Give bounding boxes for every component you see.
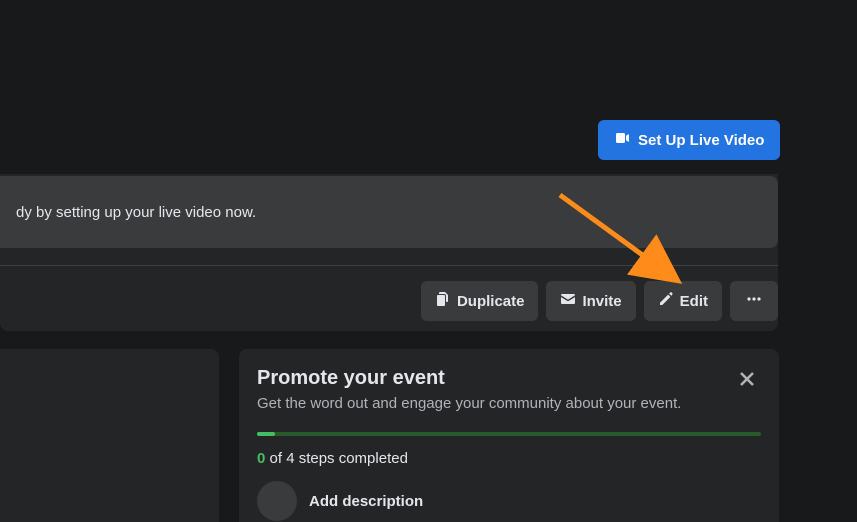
duplicate-label: Duplicate [457,293,525,310]
promote-event-panel: Promote your event Get the word out and … [239,349,779,522]
close-icon [737,369,757,394]
left-side-panel [0,349,219,522]
set-up-live-video-label: Set Up Live Video [638,132,764,149]
steps-completed-text: 0 of 4 steps completed [257,450,761,467]
step-row[interactable]: Add description [257,481,761,521]
copy-icon [435,291,451,311]
ellipsis-icon [746,291,762,311]
duplicate-button[interactable]: Duplicate [421,281,539,321]
promote-subtitle: Get the word out and engage your communi… [257,394,761,414]
steps-total-text: of 4 steps completed [265,450,408,467]
event-action-row: Duplicate Invite Edit [0,281,778,321]
invite-label: Invite [582,293,621,310]
envelope-icon [560,291,576,311]
edit-button[interactable]: Edit [644,281,722,321]
header-divider [0,265,778,266]
step-icon-placeholder [257,481,297,521]
banner-text: dy by setting up your live video now. [16,204,256,221]
edit-label: Edit [680,293,708,310]
progress-bar [257,432,761,436]
progress-fill [257,432,275,436]
step-label: Add description [309,493,423,510]
set-up-live-video-button[interactable]: Set Up Live Video [598,120,780,160]
invite-button[interactable]: Invite [546,281,635,321]
promote-title: Promote your event [257,367,761,390]
more-button[interactable] [730,281,778,321]
pencil-icon [658,291,674,311]
live-video-banner: dy by setting up your live video now. [0,176,778,248]
close-button[interactable] [729,363,765,399]
video-camera-icon [614,130,630,150]
